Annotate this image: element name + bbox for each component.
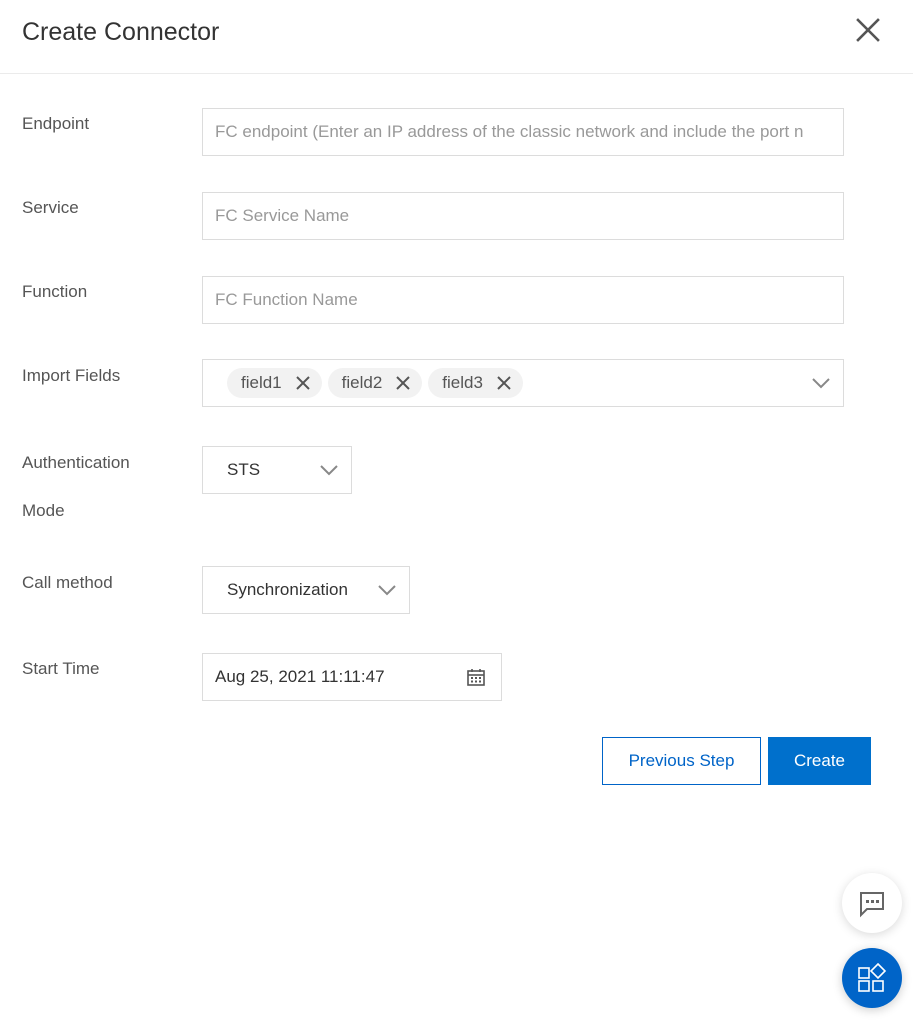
tag-field2: field2 [327, 368, 423, 398]
tag-field3: field3 [428, 368, 523, 398]
import-fields-label: Import Fields [22, 366, 121, 385]
tag-label: field2 [341, 373, 383, 392]
function-label: Function [22, 282, 88, 301]
apps-button[interactable] [842, 948, 902, 1008]
create-button[interactable]: Create [768, 737, 871, 785]
auth-mode-select[interactable]: STS [202, 446, 352, 494]
chat-icon [860, 892, 884, 918]
chevron-down-icon [320, 465, 338, 476]
calendar-icon[interactable] [466, 667, 486, 687]
call-method-select[interactable]: Synchronization [202, 566, 410, 614]
remove-tag-icon[interactable] [495, 374, 513, 392]
import-fields-select[interactable]: field1 field2 field3 [202, 359, 844, 407]
function-field [202, 276, 844, 324]
auth-mode-label: Authentication Mode [22, 451, 130, 523]
endpoint-input[interactable] [203, 109, 843, 155]
auth-mode-label-line1: Authentication [22, 453, 130, 472]
remove-tag-icon[interactable] [394, 374, 412, 392]
service-field [202, 192, 844, 240]
call-method-label: Call method [22, 573, 113, 592]
close-button[interactable] [852, 14, 884, 46]
call-method-value: Synchronization [227, 580, 348, 599]
previous-step-button[interactable]: Previous Step [602, 737, 761, 785]
dialog-header: Create Connector [0, 0, 913, 74]
service-input[interactable] [203, 193, 843, 239]
start-time-value: Aug 25, 2021 11:11:47 [215, 667, 385, 686]
import-fields-tags: field1 field2 field3 [203, 360, 843, 406]
auth-mode-value: STS [227, 460, 261, 479]
tag-field1: field1 [227, 368, 322, 398]
dialog-title: Create Connector [22, 18, 220, 46]
endpoint-label: Endpoint [22, 114, 90, 133]
apps-icon [858, 962, 887, 992]
endpoint-field [202, 108, 844, 156]
start-time-label: Start Time [22, 659, 100, 678]
chat-button[interactable] [842, 873, 902, 933]
tag-label: field3 [442, 373, 483, 392]
chevron-down-icon [812, 378, 830, 389]
service-label: Service [22, 198, 79, 217]
start-time-picker[interactable]: Aug 25, 2021 11:11:47 [202, 653, 502, 701]
chevron-down-icon [378, 585, 396, 596]
auth-mode-label-line2: Mode [22, 501, 65, 520]
close-icon [856, 18, 880, 42]
function-input[interactable] [203, 277, 843, 323]
remove-tag-icon[interactable] [294, 374, 312, 392]
tag-label: field1 [241, 373, 282, 392]
